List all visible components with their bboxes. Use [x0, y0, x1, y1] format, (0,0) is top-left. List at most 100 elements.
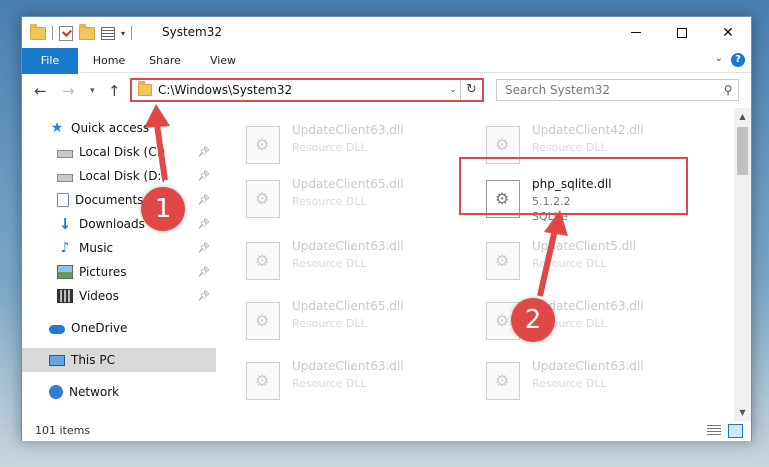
- tab-home[interactable]: Home: [86, 48, 132, 73]
- sidebar-item-label: Network: [69, 385, 120, 399]
- folder-icon: [138, 81, 152, 96]
- sidebar-item-onedrive[interactable]: OneDrive: [22, 316, 216, 340]
- file-type: Resource DLL: [292, 195, 367, 208]
- search-input[interactable]: [497, 83, 718, 97]
- sidebar-item-label: This PC: [71, 353, 115, 367]
- sidebar-item-network[interactable]: Network: [22, 380, 216, 404]
- drive-icon: [57, 173, 73, 182]
- pin-icon[interactable]: 📌︎: [197, 219, 210, 230]
- refresh-icon[interactable]: ↻: [460, 80, 482, 100]
- title-bar: ▾ System32 ✕: [22, 17, 751, 48]
- up-arrow-icon[interactable]: ↑: [108, 82, 121, 100]
- dll-file-icon: [246, 242, 280, 280]
- minimize-icon: [631, 32, 641, 33]
- sidebar-item-local-disk-d[interactable]: Local Disk (D:) 📌︎: [22, 164, 216, 188]
- file-list: UpdateClient63.dll Resource DLL UpdateCl…: [218, 108, 733, 412]
- file-item[interactable]: UpdateClient63.dll Resource DLL: [236, 232, 456, 286]
- file-name: UpdateClient65.dll: [292, 299, 404, 313]
- sidebar-item-this-pc[interactable]: This PC: [22, 348, 216, 372]
- pin-icon[interactable]: 📌︎: [197, 171, 210, 182]
- pin-icon[interactable]: 📌︎: [197, 291, 210, 302]
- file-type: Resource DLL: [532, 257, 607, 270]
- computer-icon: [49, 354, 65, 366]
- pin-icon[interactable]: 📌︎: [197, 243, 210, 254]
- file-item[interactable]: UpdateClient63.dll Resource DLL: [236, 352, 456, 406]
- sidebar-item-label: Documents: [75, 193, 144, 207]
- tab-share[interactable]: Share: [142, 48, 188, 73]
- help-icon[interactable]: ?: [731, 53, 745, 67]
- file-item[interactable]: UpdateClient63.dll Resource DLL: [476, 352, 696, 406]
- scroll-down-arrow-icon[interactable]: ▼: [734, 404, 751, 421]
- sidebar-item-music[interactable]: ♪ Music 📌︎: [22, 236, 216, 260]
- back-arrow-icon[interactable]: ←: [34, 82, 47, 100]
- scrollbar-thumb[interactable]: [737, 127, 748, 175]
- file-name: UpdateClient63.dll: [292, 123, 404, 137]
- details-view-icon[interactable]: [707, 425, 721, 437]
- window-title: System32: [162, 25, 223, 39]
- file-item[interactable]: UpdateClient65.dll Resource DLL: [236, 170, 456, 224]
- address-path[interactable]: C:\Windows\System32: [158, 83, 446, 97]
- file-name: UpdateClient63.dll: [532, 359, 644, 373]
- properties-check-icon[interactable]: [59, 25, 73, 41]
- sidebar-item-downloads[interactable]: ↓ Downloads 📌︎: [22, 212, 216, 236]
- forward-arrow-icon[interactable]: →: [62, 82, 75, 100]
- download-icon: ↓: [58, 215, 72, 233]
- sidebar-item-documents[interactable]: Documents 📌︎: [22, 188, 216, 212]
- pin-icon[interactable]: 📌︎: [197, 147, 210, 158]
- star-icon: ★: [50, 120, 64, 136]
- status-bar: 101 items: [22, 421, 751, 441]
- sidebar-item-pictures[interactable]: Pictures 📌︎: [22, 260, 216, 284]
- dll-file-icon: [486, 362, 520, 400]
- sidebar-item-label: Pictures: [79, 265, 127, 279]
- file-type: Resource DLL: [532, 377, 607, 390]
- sidebar-item-label: Videos: [79, 289, 119, 303]
- file-item[interactable]: UpdateClient63.dll Resource DLL: [476, 292, 696, 346]
- sidebar-item-videos[interactable]: Videos 📌︎: [22, 284, 216, 308]
- file-name: UpdateClient63.dll: [292, 239, 404, 253]
- pictures-icon: [57, 265, 73, 279]
- sidebar-item-local-disk-c[interactable]: Local Disk (C:) 📌︎: [22, 140, 216, 164]
- file-item[interactable]: UpdateClient5.dll Resource DLL: [476, 232, 696, 286]
- expand-ribbon-icon[interactable]: ⌄: [715, 53, 723, 64]
- maximize-button[interactable]: [659, 17, 705, 48]
- sidebar-item-label: OneDrive: [71, 321, 128, 335]
- vertical-scrollbar[interactable]: ▲ ▼: [734, 108, 751, 421]
- selected-file-highlight: [459, 157, 688, 215]
- new-folder-icon[interactable]: [79, 23, 95, 40]
- file-explorer-window: ▾ System32 ✕ File Home Share View ⌄ ? ← …: [21, 16, 752, 441]
- videos-icon: [57, 289, 73, 303]
- ribbon-tabs: File Home Share View ⌄ ?: [22, 48, 751, 102]
- toolbar-divider: [52, 26, 53, 40]
- item-count: 101 items: [35, 424, 91, 437]
- search-box[interactable]: ⚲: [496, 79, 739, 101]
- recent-locations-chevron-icon[interactable]: ▾: [90, 86, 95, 96]
- step-1-badge: 1: [141, 187, 185, 231]
- tab-view[interactable]: View: [200, 48, 246, 73]
- sidebar-item-quick-access[interactable]: ★ Quick access: [22, 116, 216, 140]
- close-icon: ✕: [722, 24, 734, 41]
- sidebar-item-label: Local Disk (C:): [79, 145, 166, 159]
- sidebar-item-label: Quick access: [71, 121, 150, 135]
- file-item[interactable]: UpdateClient65.dll Resource DLL: [236, 292, 456, 346]
- address-bar[interactable]: C:\Windows\System32 ⌄ ↻: [130, 78, 484, 102]
- dll-file-icon: [246, 302, 280, 340]
- sidebar-item-label: Downloads: [79, 217, 145, 231]
- scroll-up-arrow-icon[interactable]: ▲: [734, 108, 751, 125]
- minimize-button[interactable]: [613, 17, 659, 48]
- file-item[interactable]: UpdateClient63.dll Resource DLL: [236, 116, 456, 170]
- file-type: Resource DLL: [292, 141, 367, 154]
- pin-icon[interactable]: 📌︎: [197, 267, 210, 278]
- search-icon[interactable]: ⚲: [718, 83, 738, 97]
- close-button[interactable]: ✕: [705, 17, 751, 48]
- chevron-down-icon[interactable]: ⌄: [446, 85, 460, 95]
- customize-list-icon[interactable]: [101, 26, 115, 40]
- dll-file-icon: [246, 126, 280, 164]
- file-type: Resource DLL: [292, 377, 367, 390]
- pin-icon[interactable]: 📌︎: [197, 195, 210, 206]
- chevron-down-icon[interactable]: ▾: [121, 29, 125, 38]
- dll-file-icon: [246, 180, 280, 218]
- toolbar-divider: [131, 26, 133, 40]
- tiles-view-icon[interactable]: [728, 424, 743, 438]
- file-name: UpdateClient5.dll: [532, 239, 636, 253]
- file-name: UpdateClient42.dll: [532, 123, 644, 137]
